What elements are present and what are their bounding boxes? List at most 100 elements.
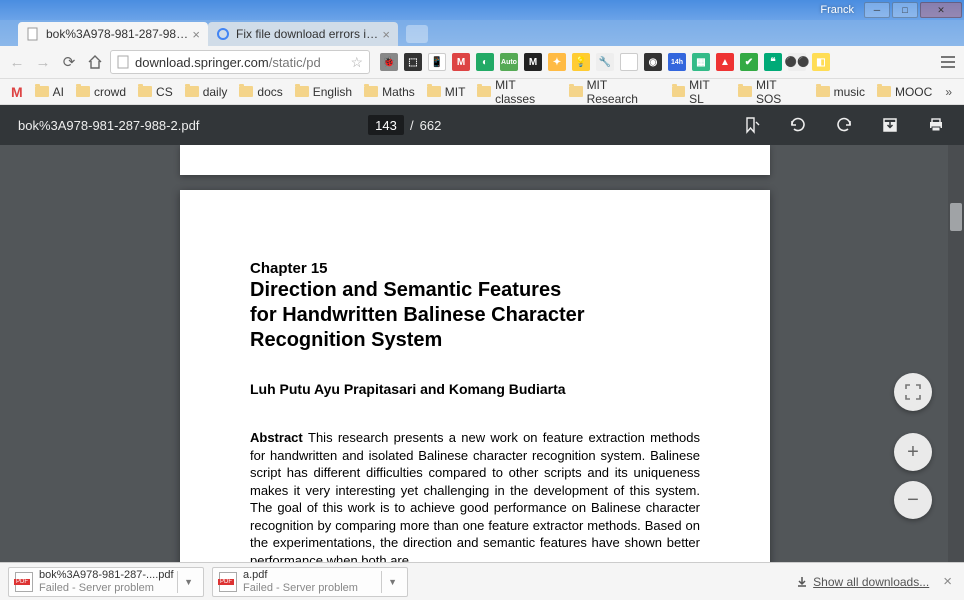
bookmark-folder[interactable]: music: [811, 83, 870, 101]
reload-button[interactable]: ⟳: [58, 51, 80, 73]
bookmark-folder[interactable]: MIT SOS: [733, 76, 808, 108]
ext-icon[interactable]: 14h: [668, 53, 686, 71]
ext-icon[interactable]: 🐞: [380, 53, 398, 71]
window-titlebar: Franck ─ □ ✕: [0, 0, 964, 20]
tab-close-icon[interactable]: ×: [382, 27, 390, 42]
extension-icons: 🐞 ⬚ 📱 M ◐ Auto M ✦ 💡 🔧 ⊘ ◉ 14h ▦ ▲ ✔ ❝ ⚫…: [380, 53, 830, 71]
ext-icon[interactable]: M: [524, 53, 542, 71]
bookmark-folder[interactable]: English: [290, 83, 357, 101]
print-button[interactable]: [926, 115, 946, 135]
download-filename: bok%3A978-981-287-....pdf: [39, 569, 174, 581]
folder-icon: [138, 86, 152, 97]
google-icon: [216, 27, 230, 41]
folder-icon: [877, 86, 891, 97]
pdf-previous-page-edge: [180, 145, 770, 175]
zoom-in-button[interactable]: +: [894, 433, 932, 471]
ext-icon[interactable]: 💡: [572, 53, 590, 71]
bookmark-star-icon[interactable]: ☆: [350, 54, 363, 71]
ext-icon[interactable]: Auto: [500, 53, 518, 71]
folder-icon: [816, 86, 830, 97]
bookmark-folder[interactable]: MIT: [422, 83, 471, 101]
rotate-ccw-button[interactable]: [834, 115, 854, 135]
ext-icon[interactable]: ✦: [548, 53, 566, 71]
window-close-button[interactable]: ✕: [920, 2, 962, 18]
download-menu-button[interactable]: ▼: [177, 571, 199, 593]
download-status: Failed - Server problem: [243, 582, 358, 594]
gmail-icon: M: [11, 84, 23, 100]
rotate-cw-button[interactable]: [788, 115, 808, 135]
bookmark-folder[interactable]: crowd: [71, 83, 131, 101]
ext-icon[interactable]: ◧: [812, 53, 830, 71]
download-filename: a.pdf: [243, 569, 358, 581]
ext-icon[interactable]: 🔧: [596, 53, 614, 71]
pdf-file-icon: [219, 572, 237, 592]
download-bar-close[interactable]: ×: [939, 573, 956, 590]
ext-icon[interactable]: ◐: [476, 53, 494, 71]
zoom-out-button[interactable]: −: [894, 481, 932, 519]
pdf-page-total: 662: [420, 118, 442, 133]
bookmark-folder[interactable]: Maths: [359, 83, 420, 101]
pdf-page: Chapter 15 Direction and Semantic Featur…: [180, 190, 770, 562]
folder-icon: [477, 86, 491, 97]
download-bar: bok%3A978-981-287-....pdf Failed - Serve…: [0, 562, 964, 600]
bookmark-button[interactable]: [742, 115, 762, 135]
bookmark-folder[interactable]: CS: [133, 83, 178, 101]
tab-close-icon[interactable]: ×: [192, 27, 200, 42]
ext-icon[interactable]: ✔: [740, 53, 758, 71]
ext-icon[interactable]: ⚫⚫: [788, 53, 806, 71]
pdf-page-input[interactable]: [368, 115, 404, 135]
address-bar[interactable]: download.springer.com/static/pd ☆: [110, 50, 370, 74]
gmail-icon[interactable]: M: [452, 53, 470, 71]
window-minimize-button[interactable]: ─: [864, 2, 890, 18]
tab-active[interactable]: bok%3A978-981-287-988-2... ×: [18, 22, 208, 46]
folder-icon: [364, 86, 378, 97]
download-item[interactable]: bok%3A978-981-287-....pdf Failed - Serve…: [8, 567, 204, 597]
pdf-scrollbar[interactable]: [948, 145, 964, 562]
ext-icon[interactable]: 📱: [428, 53, 446, 71]
back-button[interactable]: ←: [6, 51, 28, 73]
bookmark-folder[interactable]: MIT classes: [472, 76, 562, 108]
show-all-downloads-link[interactable]: Show all downloads...: [795, 575, 929, 589]
window-maximize-button[interactable]: □: [892, 2, 918, 18]
chrome-menu-button[interactable]: [938, 56, 958, 68]
pdf-file-icon: [15, 572, 33, 592]
bookmark-folder[interactable]: MOOC: [872, 83, 937, 101]
tab-title: Fix file download errors in Go: [236, 27, 378, 41]
chapter-abstract: Abstract This research presents a new wo…: [250, 429, 700, 562]
download-item[interactable]: a.pdf Failed - Server problem ▼: [212, 567, 408, 597]
forward-button[interactable]: →: [32, 51, 54, 73]
pdf-scroll-thumb[interactable]: [950, 203, 962, 231]
pdf-page-counter: / 662: [368, 115, 441, 135]
pdf-toolbar: bok%3A978-981-287-988-2.pdf / 662: [0, 105, 964, 145]
download-menu-button[interactable]: ▼: [381, 571, 403, 593]
tab-title: bok%3A978-981-287-988-2...: [46, 27, 188, 41]
ext-icon[interactable]: ◉: [644, 53, 662, 71]
ext-icon[interactable]: ⊘: [620, 53, 638, 71]
tab-inactive[interactable]: Fix file download errors in Go ×: [208, 22, 398, 46]
hangouts-icon[interactable]: ❝: [764, 53, 782, 71]
bookmark-folder[interactable]: docs: [234, 83, 287, 101]
pdf-viewport[interactable]: Chapter 15 Direction and Semantic Featur…: [0, 145, 964, 562]
ext-icon[interactable]: ⬚: [404, 53, 422, 71]
bookmark-gmail[interactable]: M: [6, 82, 28, 102]
bookmark-folder[interactable]: daily: [180, 83, 233, 101]
bookmark-folder[interactable]: AI: [30, 83, 69, 101]
folder-icon: [569, 86, 583, 97]
bookmark-folder[interactable]: MIT SL: [667, 76, 732, 108]
ext-icon[interactable]: ▲: [716, 53, 734, 71]
bookmark-folder[interactable]: MIT Research: [564, 76, 665, 108]
download-icon: [795, 575, 809, 589]
folder-icon: [672, 86, 686, 97]
folder-icon: [239, 86, 253, 97]
ext-icon[interactable]: ▦: [692, 53, 710, 71]
home-button[interactable]: [84, 51, 106, 73]
url-domain: download.springer.com: [135, 55, 269, 70]
browser-toolbar: ← → ⟳ download.springer.com/static/pd ☆ …: [0, 46, 964, 79]
chapter-title: Direction and Semantic Features for Hand…: [250, 278, 700, 353]
folder-icon: [427, 86, 441, 97]
new-tab-button[interactable]: [406, 25, 428, 43]
download-button[interactable]: [880, 115, 900, 135]
url-file-icon: [117, 55, 129, 69]
bookmark-overflow[interactable]: »: [939, 85, 958, 99]
fit-page-button[interactable]: [894, 373, 932, 411]
